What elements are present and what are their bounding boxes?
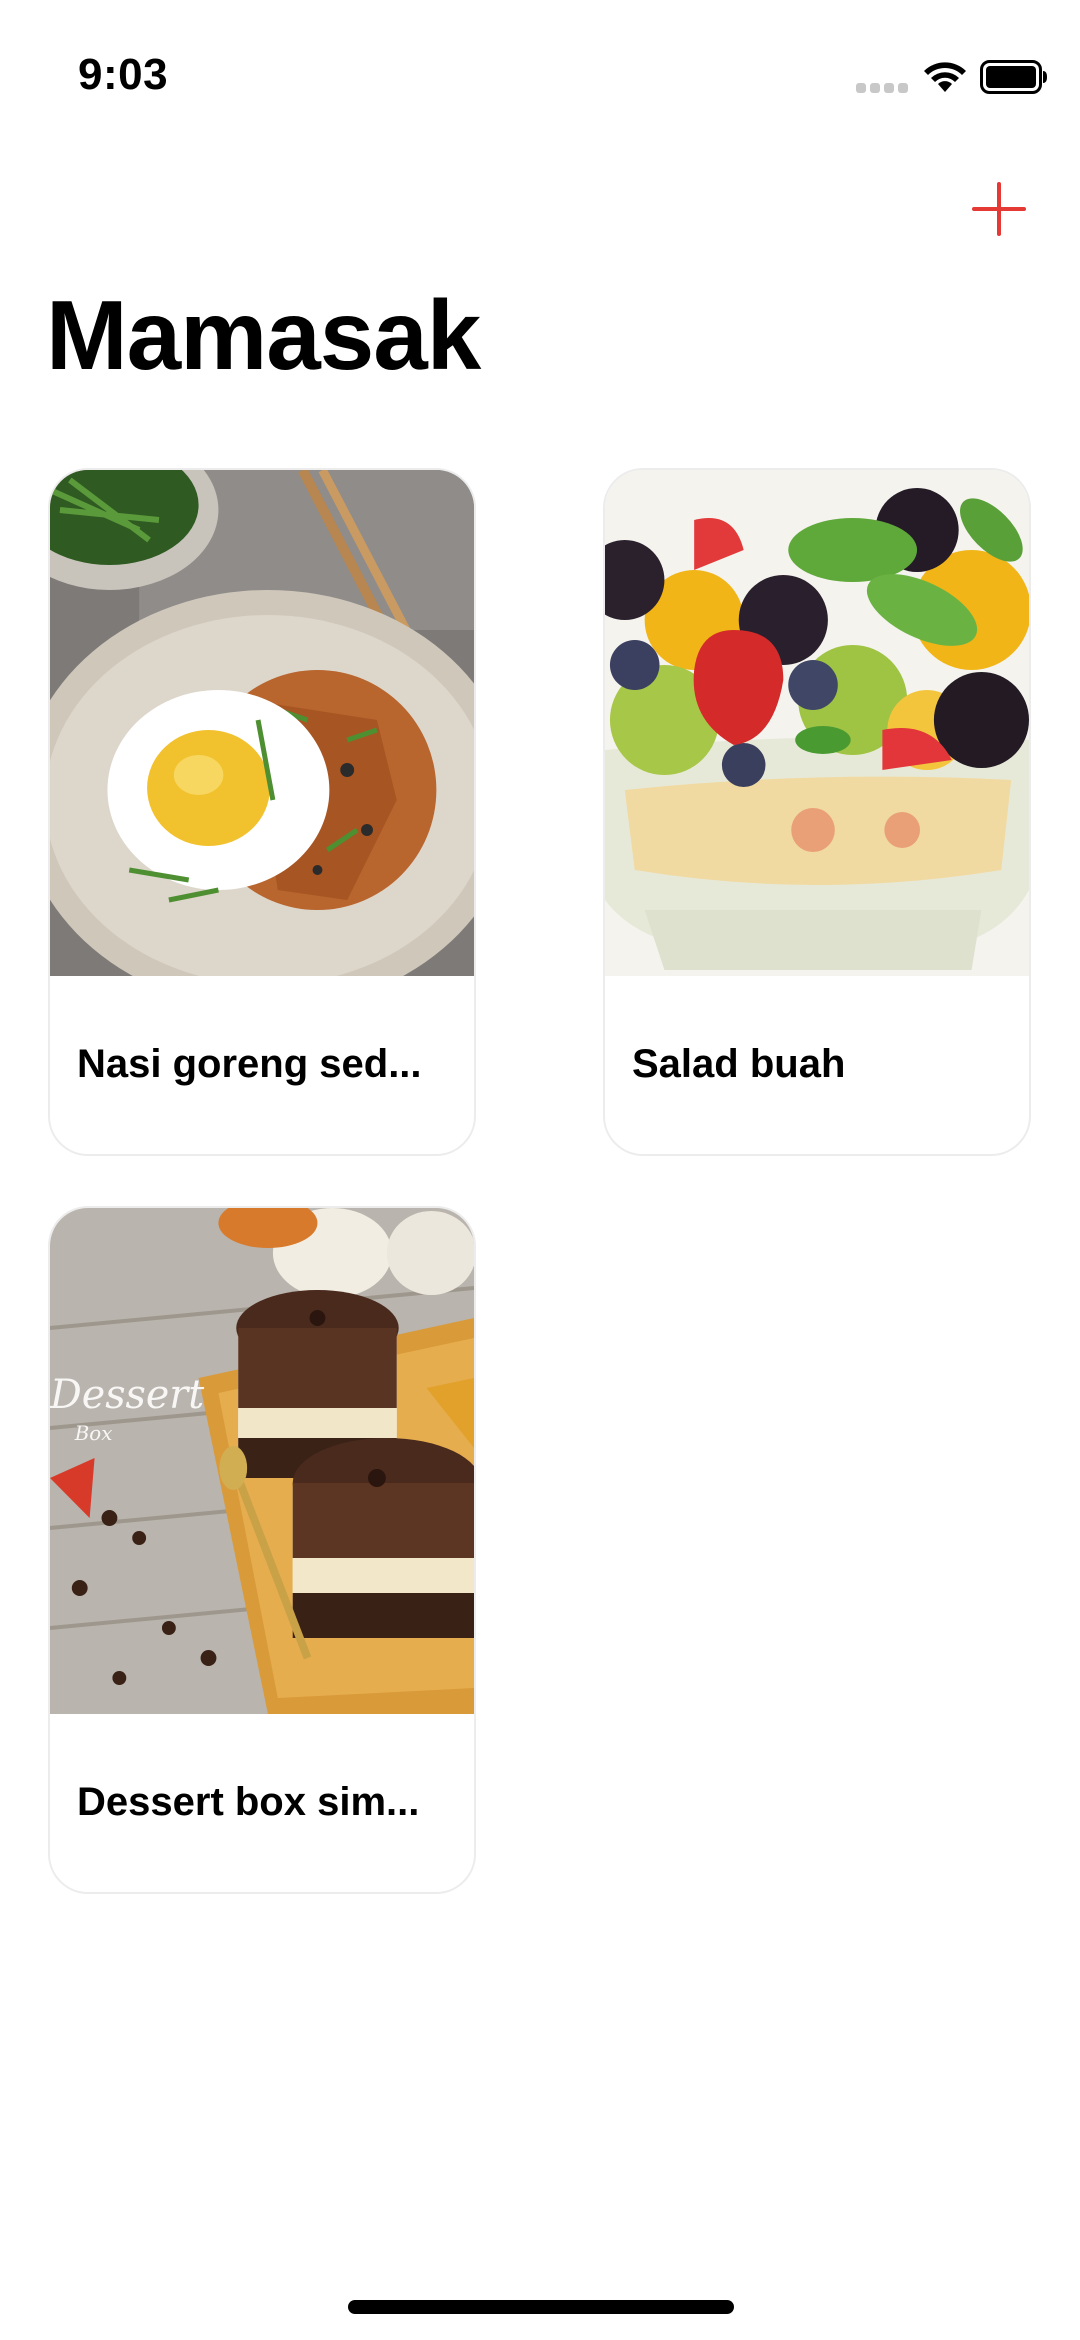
recipe-title: Dessert box sim... [77,1780,420,1824]
page-title: Mamasak [46,280,481,390]
status-time: 9:03 [78,50,169,99]
add-recipe-button[interactable] [968,178,1030,240]
recipe-image [50,470,474,976]
recipe-title: Nasi goreng sed... [77,1042,422,1086]
recipe-card[interactable]: Salad buah [603,468,1031,1156]
recipe-title: Salad buah [632,1042,846,1086]
recipe-image [605,470,1029,976]
recipe-card[interactable]: Nasi goreng sed... [48,468,476,1156]
recipe-image: Dessert Box [50,1208,474,1714]
svg-text:Dessert: Dessert [50,1372,205,1418]
svg-text:Box: Box [74,1422,113,1445]
status-bar: 9:03 [0,0,1080,150]
home-indicator[interactable] [348,2300,734,2314]
wifi-icon [924,62,966,92]
cellular-signal-icon [856,83,908,95]
battery-icon [980,60,1047,94]
recipe-card[interactable]: Dessert Box Dessert box sim... [48,1206,476,1894]
